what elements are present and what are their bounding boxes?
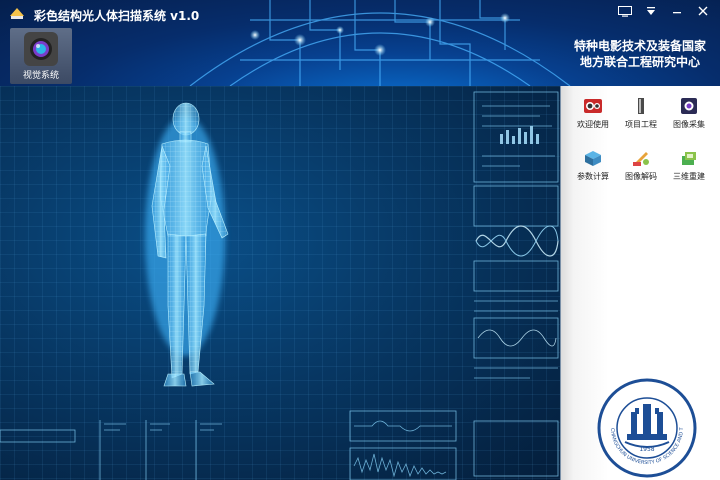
window-controls [614, 2, 714, 20]
menu-button[interactable] [640, 2, 662, 20]
screen-mode-button[interactable] [614, 2, 636, 20]
welcome-icon [584, 99, 602, 113]
nav-vision-system[interactable]: 视觉系统 [10, 28, 72, 84]
capture-label: 图像采集 [673, 120, 705, 129]
monitor-icon [618, 5, 632, 17]
welcome-button[interactable]: 欢迎使用 [569, 94, 617, 136]
function-panel: 欢迎使用 项目工程 图像采集 参数计算 图像解码 三维重建 1958 CHANG… [560, 86, 720, 480]
app-window: 彩色结构光人体扫描系统 v1.0 特种电影技术及装备国家 地方联合工程研究中心 [0, 0, 720, 480]
decode-button[interactable]: 图像解码 [617, 146, 665, 188]
minimize-icon [673, 12, 681, 14]
nav-vision-label: 视觉系统 [22, 71, 59, 81]
dropdown-menu-icon [647, 6, 655, 15]
parameter-calc-icon [585, 151, 601, 166]
scan-viewport [0, 86, 560, 480]
image-decode-icon [633, 152, 649, 166]
hologram-scene [0, 91, 559, 480]
project-icon [638, 98, 644, 114]
header-banner: 彩色结构光人体扫描系统 v1.0 特种电影技术及装备国家 地方联合工程研究中心 [0, 0, 720, 86]
app-logo-icon [10, 8, 24, 19]
seal-year: 1958 [639, 446, 654, 453]
minimize-button[interactable] [666, 2, 688, 20]
close-button[interactable] [692, 2, 714, 20]
project-label: 项目工程 [625, 120, 657, 129]
org-line-1: 特种电影技术及装备国家 [573, 39, 706, 53]
organization-name: 特种电影技术及装备国家 地方联合工程研究中心 [574, 38, 706, 70]
reconstruction-button[interactable]: 三维重建 [665, 146, 713, 188]
parameter-label: 参数计算 [577, 172, 609, 181]
camera-lens-icon [24, 32, 58, 66]
capture-button[interactable]: 图像采集 [665, 94, 713, 136]
function-grid: 欢迎使用 项目工程 图像采集 参数计算 图像解码 三维重建 [569, 94, 715, 188]
app-title: 彩色结构光人体扫描系统 v1.0 [34, 9, 200, 23]
parameter-button[interactable]: 参数计算 [569, 146, 617, 188]
human-hologram [145, 102, 229, 387]
close-icon [698, 6, 708, 16]
hud-panels [0, 91, 559, 480]
university-seal-logo: 1958 CHANGCHUN UNIVERSITY OF SCIENCE AND… [597, 378, 697, 478]
project-button[interactable]: 项目工程 [617, 94, 665, 136]
reconstruction-icon [682, 152, 696, 165]
camera-capture-icon [681, 98, 697, 114]
welcome-label: 欢迎使用 [577, 120, 609, 129]
decode-label: 图像解码 [625, 172, 657, 181]
reconstruction-label: 三维重建 [673, 172, 705, 181]
org-line-2: 地方联合工程研究中心 [579, 55, 700, 69]
